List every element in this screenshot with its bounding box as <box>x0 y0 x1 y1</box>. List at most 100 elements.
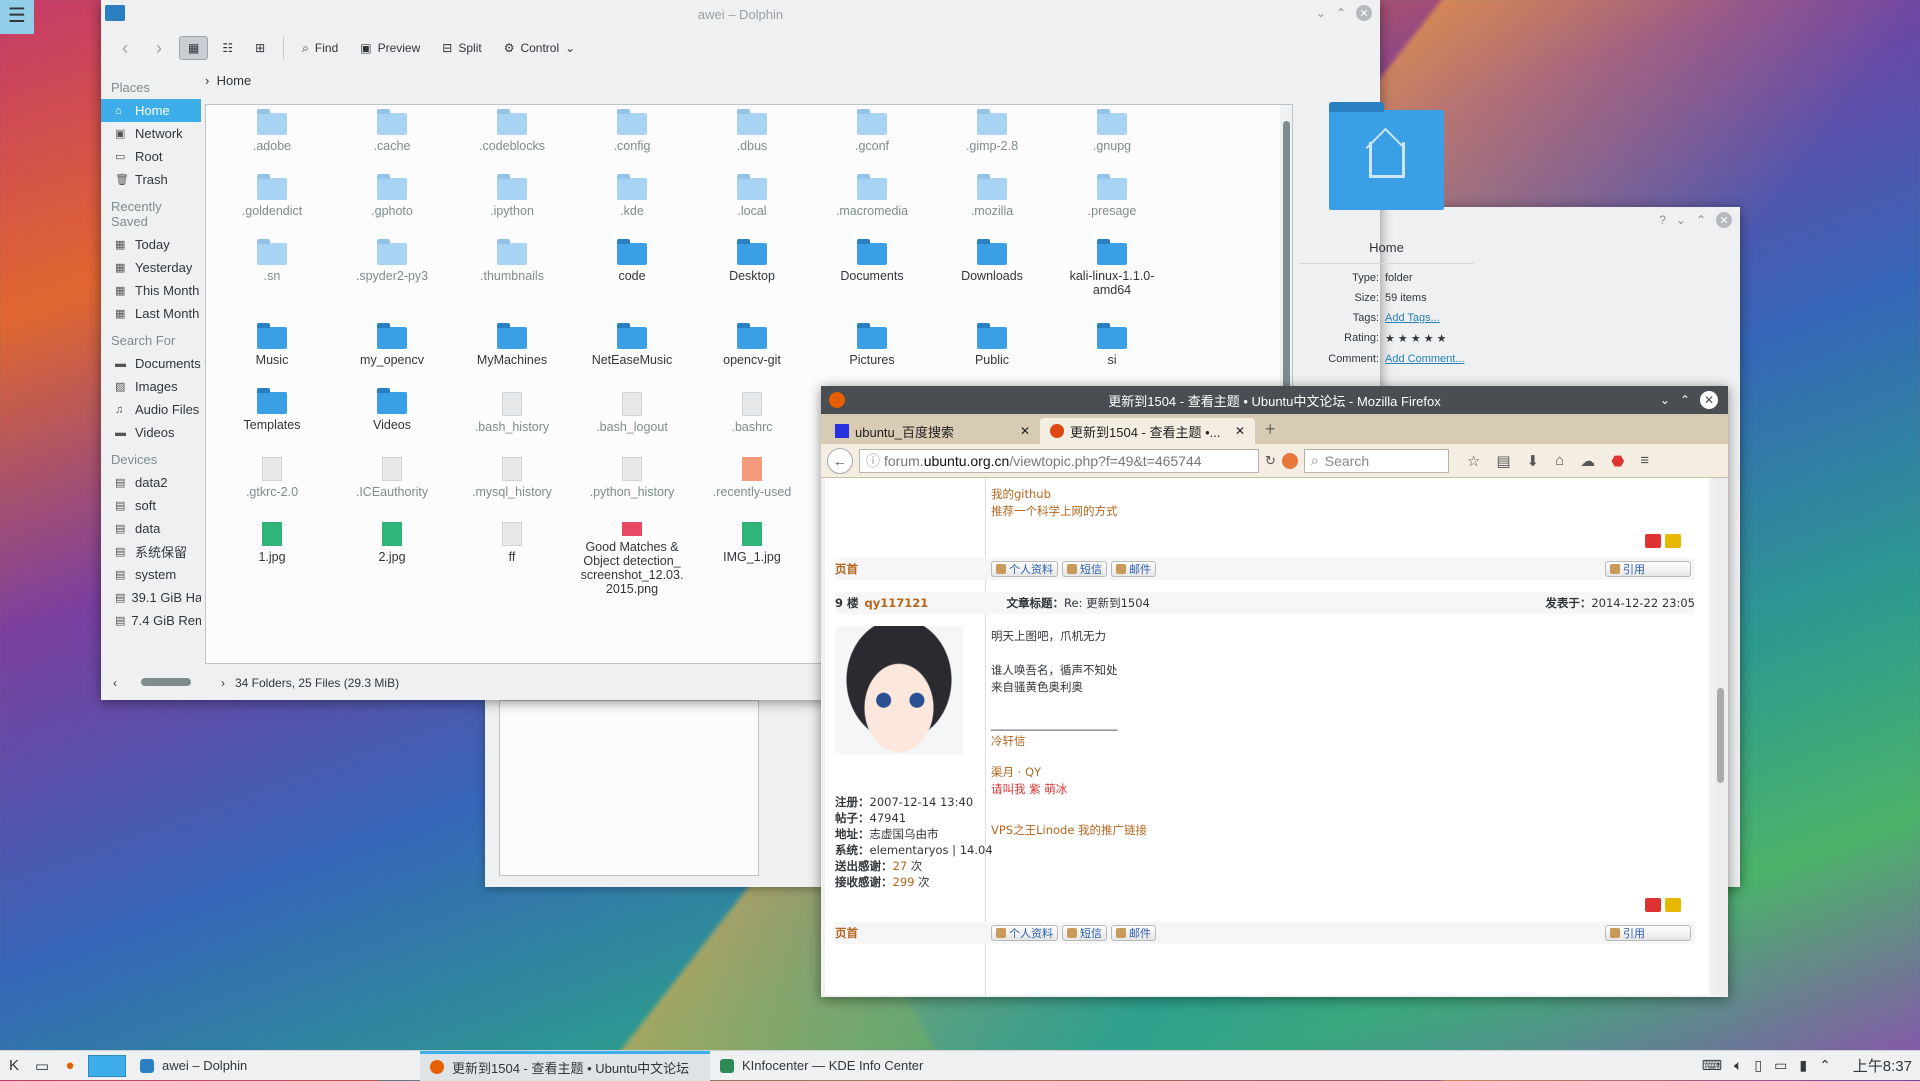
sidebar-item-recent[interactable]: ▦ Today <box>101 233 201 256</box>
file-item[interactable]: .spyder2-py3 <box>332 239 452 298</box>
file-item[interactable]: .bash_logout <box>572 392 692 447</box>
email-button[interactable]: 邮件 <box>1111 925 1156 941</box>
battery-icon[interactable]: ▮ <box>1799 1057 1807 1074</box>
avatar[interactable] <box>835 626 963 754</box>
compact-view-icon[interactable]: ☷ <box>214 37 241 59</box>
chat-icon[interactable]: ☁ <box>1580 452 1595 470</box>
new-tab-icon[interactable]: + <box>1255 419 1286 444</box>
linode-link[interactable]: VPS之王Linode 我的推广链接 <box>991 822 1147 839</box>
file-item[interactable]: .codeblocks <box>452 109 572 168</box>
clipboard-icon[interactable]: ▯ <box>1754 1057 1762 1074</box>
addon-icon[interactable] <box>1281 452 1298 469</box>
preview-button[interactable]: ▣ Preview <box>352 37 428 59</box>
rating-stars[interactable]: ★ ★ ★ ★ ★ <box>1385 332 1447 345</box>
file-item[interactable]: IMG_1.jpg <box>692 522 812 596</box>
split-button[interactable]: ⊟ Split <box>434 37 489 59</box>
file-item[interactable]: .goldendict <box>212 174 332 233</box>
firefox-icon[interactable]: ● <box>56 1057 84 1074</box>
file-item[interactable]: .config <box>572 109 692 168</box>
reload-icon[interactable]: ↻ <box>1265 453 1276 469</box>
file-item[interactable]: .dbus <box>692 109 812 168</box>
bookmark-star-icon[interactable]: ☆ <box>1467 452 1480 470</box>
scroll-right-icon[interactable]: › <box>221 676 225 690</box>
file-item[interactable]: Videos <box>332 388 452 447</box>
file-item[interactable]: .bashrc <box>692 392 812 447</box>
info-icon[interactable]: ⓘ <box>866 451 880 471</box>
sidebar-item-search[interactable]: ▨ Images <box>101 375 201 398</box>
file-item[interactable]: si <box>1052 323 1172 382</box>
search-input[interactable]: ⌕ Search <box>1303 448 1449 473</box>
file-item[interactable]: Desktop <box>692 239 812 298</box>
kde-launcher-icon[interactable]: K <box>0 1057 28 1074</box>
file-item[interactable]: ff <box>452 522 572 596</box>
file-item[interactable]: .ipython <box>452 174 572 233</box>
add-comment-link[interactable]: Add Comment... <box>1385 353 1464 365</box>
sidebar-item-places[interactable]: ▭ Root <box>101 145 201 168</box>
sidebar-item-recent[interactable]: ▦ Yesterday <box>101 256 201 279</box>
sidebar-item-recent[interactable]: ▦ This Month <box>101 279 201 302</box>
clock[interactable]: 上午8:37 <box>1853 1055 1912 1076</box>
back-to-top-link[interactable]: 页首 <box>835 561 991 577</box>
file-item[interactable]: kali-linux-1.1.0-amd64 <box>1052 239 1172 317</box>
thanks-icon[interactable] <box>1665 898 1681 912</box>
keyboard-icon[interactable]: ⌨ <box>1702 1057 1722 1074</box>
close-icon[interactable]: ✕ <box>1716 212 1732 228</box>
add-tags-link[interactable]: Add Tags... <box>1385 312 1440 324</box>
file-item[interactable]: opencv-git <box>692 323 812 382</box>
display-icon[interactable]: ▭ <box>1774 1057 1787 1074</box>
expand-tray-icon[interactable]: ⌃ <box>1819 1057 1831 1074</box>
task-dolphin[interactable]: awei – Dolphin <box>130 1051 420 1081</box>
file-item[interactable]: .mozilla <box>932 174 1052 233</box>
desktop-menu-icon[interactable]: ☰ <box>0 0 34 34</box>
file-item[interactable]: .gphoto <box>332 174 452 233</box>
back-to-top-link[interactable]: 页首 <box>835 925 991 941</box>
file-item[interactable]: .gimp-2.8 <box>932 109 1052 168</box>
sidebar-item-devices[interactable]: ▤ 7.4 GiB Removable Media <box>101 609 201 632</box>
sidebar-item-devices[interactable]: ▤ 39.1 GiB Hard Drive <box>101 586 201 609</box>
virtual-desktop-pager[interactable] <box>88 1054 126 1077</box>
file-item[interactable]: Music <box>212 323 332 382</box>
profile-button[interactable]: 个人资料 <box>991 925 1058 941</box>
adblock-icon[interactable]: ⬣ <box>1611 452 1624 470</box>
sidebar-item-search[interactable]: ▬ Documents <box>101 352 201 375</box>
file-item[interactable]: .bash_history <box>452 392 572 447</box>
file-item[interactable]: .kde <box>572 174 692 233</box>
icons-view-icon[interactable]: ▦ <box>179 36 209 60</box>
file-item[interactable]: Downloads <box>932 239 1052 298</box>
file-item[interactable]: .recently-used <box>692 457 812 512</box>
bookmarks-menu-icon[interactable]: ▤ <box>1496 452 1510 470</box>
email-button[interactable]: 邮件 <box>1111 561 1156 577</box>
prev-link-proxy[interactable]: 推荐一个科学上网的方式 <box>991 503 1709 519</box>
file-item[interactable]: .presage <box>1052 174 1172 233</box>
file-item[interactable]: Templates <box>212 388 332 447</box>
minimize-icon[interactable]: ⌄ <box>1676 213 1686 227</box>
file-item[interactable]: .local <box>692 174 812 233</box>
prev-link-github[interactable]: 我的github <box>991 486 1709 502</box>
maximize-icon[interactable]: ⌃ <box>1336 6 1346 20</box>
quote-button[interactable]: 引用 <box>1605 561 1691 577</box>
file-item[interactable]: code <box>572 239 692 298</box>
details-view-icon[interactable]: ⊞ <box>247 37 273 59</box>
file-item[interactable]: .gnupg <box>1052 109 1172 168</box>
download-icon[interactable]: ⬇ <box>1527 452 1540 470</box>
file-item[interactable]: .sn <box>212 239 332 298</box>
file-item[interactable]: Public <box>932 323 1052 382</box>
volume-icon[interactable]: 🔈︎ <box>1734 1057 1742 1074</box>
minimize-icon[interactable]: ⌄ <box>1660 393 1670 407</box>
file-item[interactable]: .python_history <box>572 457 692 512</box>
maximize-icon[interactable]: ⌃ <box>1680 393 1690 407</box>
file-item[interactable]: my_opencv <box>332 323 452 382</box>
report-icon[interactable] <box>1645 898 1661 912</box>
file-item[interactable]: .gconf <box>812 109 932 168</box>
help-icon[interactable]: ? <box>1659 213 1666 227</box>
close-icon[interactable]: ✕ <box>1356 5 1372 21</box>
quote-button[interactable]: 引用 <box>1605 925 1691 941</box>
sidebar-item-recent[interactable]: ▦ Last Month <box>101 302 201 325</box>
url-bar[interactable]: ⓘ forum. ubuntu.org.cn/viewtopic.php?f=49… <box>859 448 1259 473</box>
sidebar-item-devices[interactable]: ▤ system <box>101 563 201 586</box>
profile-button[interactable]: 个人资料 <box>991 561 1058 577</box>
sidebar-item-devices[interactable]: ▤ data <box>101 517 201 540</box>
sidebar-item-search[interactable]: ♫ Audio Files <box>101 398 201 421</box>
file-item[interactable]: 2.jpg <box>332 522 452 596</box>
pm-button[interactable]: 短信 <box>1062 925 1107 941</box>
